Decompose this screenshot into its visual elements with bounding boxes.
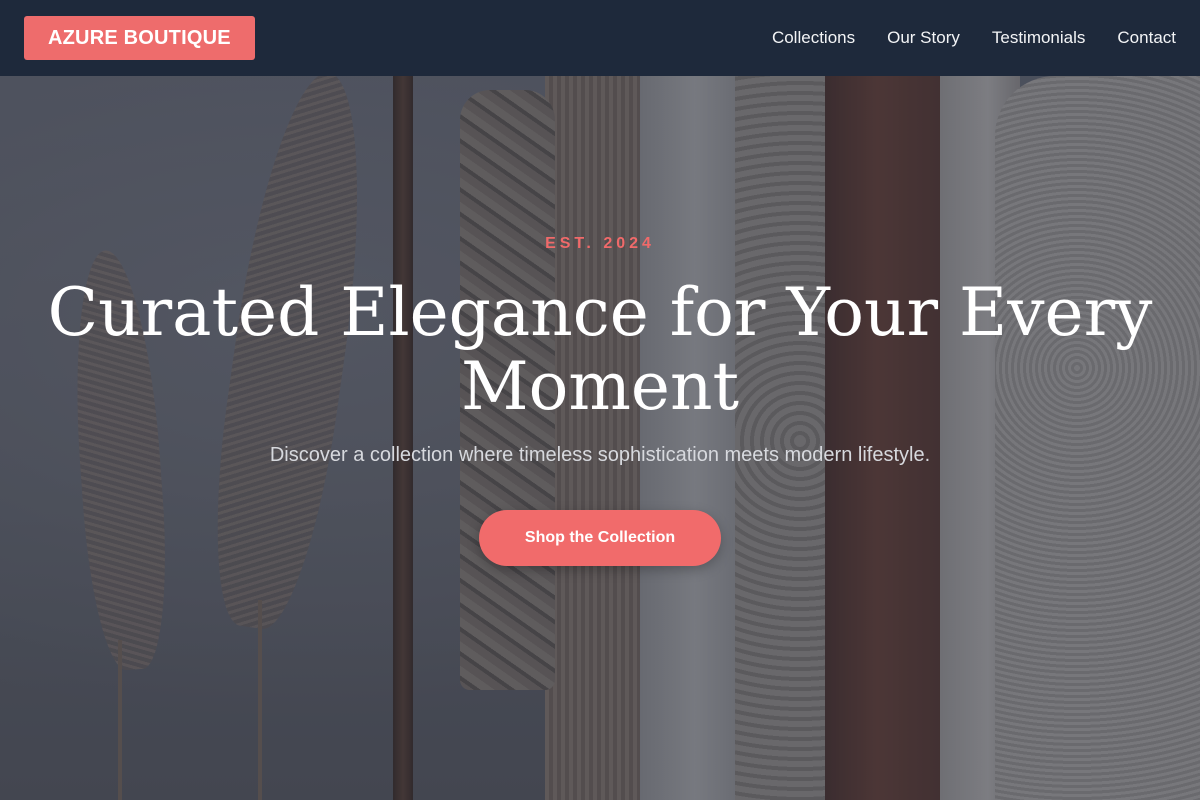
nav-link-contact[interactable]: Contact	[1117, 28, 1176, 48]
shop-collection-button[interactable]: Shop the Collection	[479, 510, 721, 566]
hero-headline-text: Curated Elegance for Your Every Moment	[47, 274, 1153, 425]
hero-subheadline: Discover a collection where timeless sop…	[269, 444, 931, 466]
nav-link-collections[interactable]: Collections	[772, 28, 855, 48]
nav-links: Collections Our Story Testimonials Conta…	[772, 28, 1176, 48]
nav-link-testimonials[interactable]: Testimonials	[992, 28, 1086, 48]
hero-eyebrow: EST. 2024	[545, 235, 655, 252]
hero-headline: Curated Elegance for Your Every Moment	[0, 276, 1200, 424]
brand-logo[interactable]: AZURE BOUTIQUE	[24, 16, 255, 60]
nav-link-our-story[interactable]: Our Story	[887, 28, 960, 48]
top-navbar: AZURE BOUTIQUE Collections Our Story Tes…	[0, 0, 1200, 76]
